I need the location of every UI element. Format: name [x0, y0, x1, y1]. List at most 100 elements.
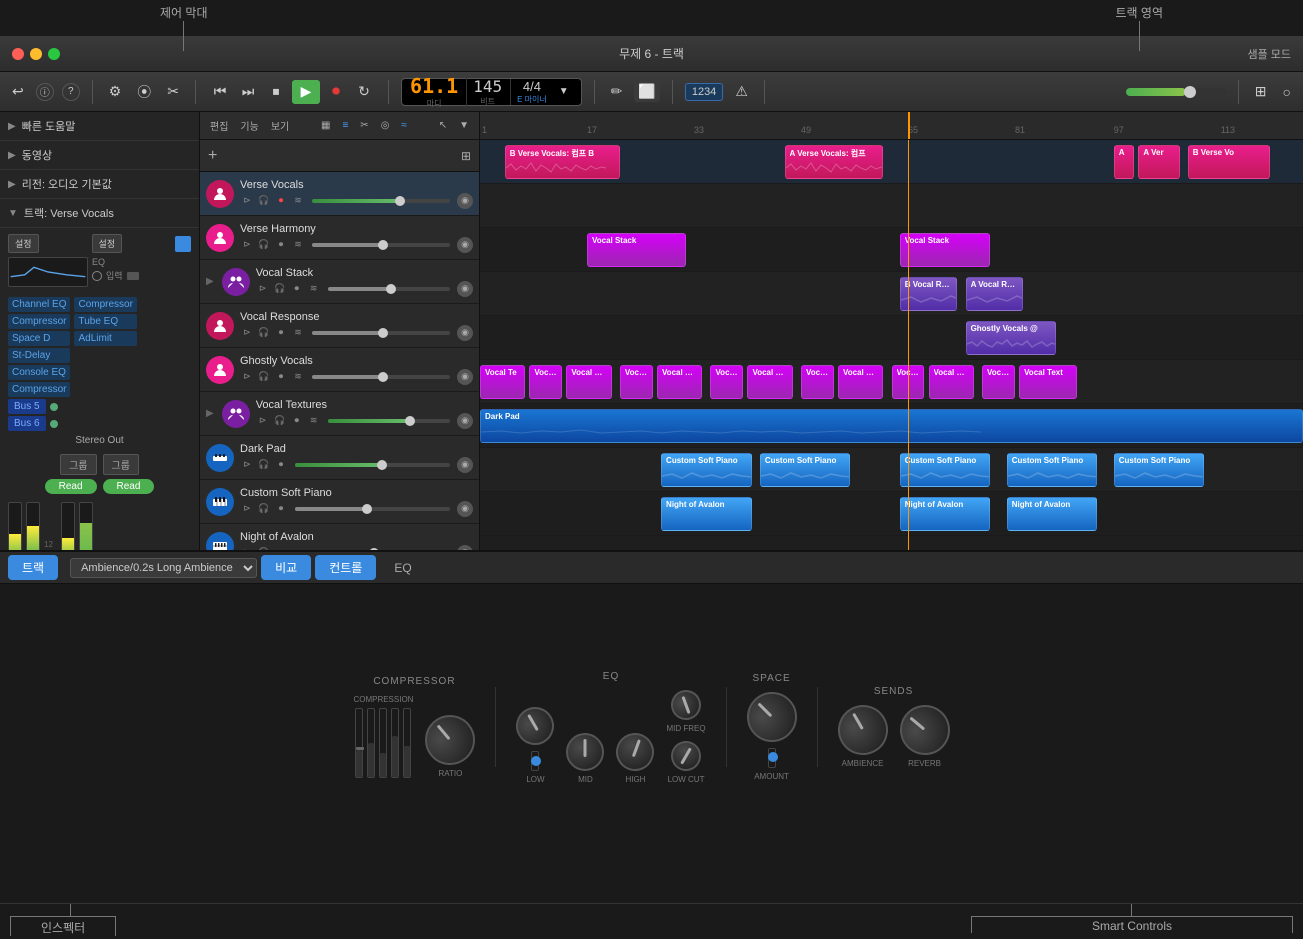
clip-vv-b[interactable]: B Verse Vocals: 컴프 B	[505, 145, 620, 179]
fader-csp[interactable]	[295, 507, 450, 511]
clip-csp-4[interactable]: Custom Soft Piano	[1007, 453, 1098, 487]
maximize-button[interactable]	[48, 48, 60, 60]
clip-vt-13[interactable]: Vocal Text	[1019, 365, 1077, 399]
group-btn-left[interactable]: 그룹	[60, 454, 96, 475]
solo-btn-vh[interactable]: ≋	[291, 238, 305, 252]
track-row-custom-soft-piano[interactable]: Custom Soft Piano ⊳ 🎧 ⏺ ◉	[200, 480, 479, 524]
scissors-tool-btn[interactable]: ✂	[356, 118, 372, 133]
tab-eq[interactable]: EQ	[380, 557, 425, 579]
arrange-row-custom-soft-piano[interactable]: Custom Soft Piano Custom Soft Piano Cust…	[480, 448, 1303, 492]
track-row-ghostly-vocals[interactable]: Ghostly Vocals ⊳ 🎧 ⏺ ≋ ◉	[200, 348, 479, 392]
minimize-button[interactable]	[30, 48, 42, 60]
mute-btn-csp[interactable]: ⊳	[240, 502, 254, 516]
link-btn[interactable]	[127, 272, 139, 280]
amount-indicator[interactable]	[768, 748, 776, 768]
headphones-btn-gv[interactable]: 🎧	[257, 370, 271, 384]
fader-vr[interactable]	[312, 331, 450, 335]
arrange-row-verse-vocals[interactable]: B Verse Vocals: 컴프 B A Verse Vocals: 컴프 …	[480, 140, 1303, 184]
clip-vr-b[interactable]: B Vocal Respon	[900, 277, 958, 311]
headphones-btn-noa[interactable]: 🎧	[257, 546, 271, 551]
settings-btn-right[interactable]: 설정	[92, 234, 123, 253]
volume-bar[interactable]	[1126, 88, 1226, 96]
plugin-space-d[interactable]: Space D	[8, 331, 70, 346]
clip-vt-2[interactable]: Vocal T	[529, 365, 562, 399]
headphones-btn-csp[interactable]: 🎧	[257, 502, 271, 516]
group-btn-right[interactable]: 그룹	[103, 454, 139, 475]
solo-btn-vv[interactable]: ≋	[291, 194, 305, 208]
clip-vs-1[interactable]: Vocal Stack	[587, 233, 686, 267]
view-btn[interactable]: 보기	[267, 116, 293, 135]
edit-btn[interactable]: 편집	[206, 116, 232, 135]
list-view-button[interactable]: ⊞	[1251, 81, 1271, 102]
compression-fader-3[interactable]	[379, 708, 387, 778]
mute-btn-noa[interactable]: ⊳	[240, 546, 254, 551]
play-button[interactable]: ▶	[292, 80, 320, 104]
clip-noa-2[interactable]: Night of Avalon	[900, 497, 991, 531]
compression-fader-2[interactable]	[367, 708, 375, 778]
clip-noa-1[interactable]: Night of Avalon	[661, 497, 752, 531]
cursor-btn[interactable]: ↖	[435, 118, 451, 133]
bus6-send[interactable]: Bus 6	[8, 416, 46, 431]
arrange-row-ghostly-vocals[interactable]: Ghostly Vocals @	[480, 316, 1303, 360]
solo-btn-vt[interactable]: ≋	[307, 414, 321, 428]
fader-dp[interactable]	[295, 463, 450, 467]
clip-vt-3[interactable]: Vocal Text	[566, 365, 611, 399]
vol-btn-vv[interactable]: ◉	[457, 193, 473, 209]
lowcut-knob[interactable]	[666, 735, 707, 776]
track-row-dark-pad[interactable]: Dark Pad ⊳ 🎧 ⏺ ◉	[200, 436, 479, 480]
plugin-adlimit[interactable]: AdLimit	[74, 331, 136, 346]
pencil-tool[interactable]: ✏	[607, 81, 627, 102]
track-settings-icon[interactable]: ⊞	[461, 149, 471, 163]
record-btn-vr[interactable]: ⏺	[274, 326, 288, 340]
tab-track[interactable]: 트랙	[8, 555, 58, 580]
clip-csp-2[interactable]: Custom Soft Piano	[760, 453, 851, 487]
plugin-compressor-2[interactable]: Compressor	[8, 382, 70, 397]
clip-vt-9[interactable]: Vocal Text	[838, 365, 883, 399]
headphones-btn-vs[interactable]: 🎧	[273, 282, 287, 296]
clip-vv-bvo[interactable]: B Verse Vo	[1188, 145, 1270, 179]
plugin-compressor-r[interactable]: Compressor	[74, 297, 136, 312]
record-btn-csp[interactable]: ⏺	[274, 502, 288, 516]
record-btn-gv[interactable]: ⏺	[274, 370, 288, 384]
color-swatch[interactable]	[175, 236, 191, 252]
clip-csp-5[interactable]: Custom Soft Piano	[1114, 453, 1205, 487]
time-sig-dropdown[interactable]: ▼	[555, 84, 573, 99]
vol-btn-dp[interactable]: ◉	[457, 457, 473, 473]
solo-btn-vs[interactable]: ≋	[307, 282, 321, 296]
reverb-knob[interactable]	[889, 695, 959, 765]
mute-btn-vv[interactable]: ⊳	[240, 194, 254, 208]
arrange-row-vocal-textures[interactable]: Vocal Te Vocal T Vocal Text Vocal T Voca…	[480, 360, 1303, 404]
track-row-night-of-avalon[interactable]: Night of Avalon ⊳ 🎧 ⏺ ◉	[200, 524, 479, 550]
record-btn-noa[interactable]: ⏺	[274, 546, 288, 551]
fader-vv[interactable]	[312, 199, 450, 203]
scissors-button[interactable]: ✂	[163, 81, 183, 102]
vol-btn-gv[interactable]: ◉	[457, 369, 473, 385]
ambience-knob[interactable]	[828, 696, 896, 764]
headphones-btn-vt[interactable]: 🎧	[273, 414, 287, 428]
plugin-compressor-1[interactable]: Compressor	[8, 314, 70, 329]
fader-gv[interactable]	[312, 375, 450, 379]
high-knob[interactable]	[611, 727, 660, 776]
mixer-button[interactable]: ⦿	[133, 80, 155, 104]
clip-vt-10[interactable]: Vocal T	[892, 365, 925, 399]
functions-btn[interactable]: 기능	[236, 116, 262, 135]
grid-view-btn[interactable]: ▦	[317, 118, 334, 133]
track-row-verse-harmony[interactable]: Verse Harmony ⊳ 🎧 ⏺ ≋ ◉	[200, 216, 479, 260]
eraser-tool[interactable]: ⬜	[634, 81, 659, 102]
clip-vt-5[interactable]: Vocal Text	[657, 365, 702, 399]
midfreq-knob[interactable]	[667, 685, 705, 723]
settings-button[interactable]: ⚙	[105, 81, 126, 102]
expand-vocal-textures[interactable]: ▶	[206, 408, 214, 419]
vol-btn-vh[interactable]: ◉	[457, 237, 473, 253]
clip-vv-aver[interactable]: A Ver	[1138, 145, 1179, 179]
clip-vt-11[interactable]: Vocal Text	[929, 365, 974, 399]
add-track-btn[interactable]: +	[208, 147, 217, 165]
clip-vv-a[interactable]: A Verse Vocals: 컴프	[785, 145, 884, 179]
record-btn-dp[interactable]: ⏺	[274, 458, 288, 472]
vol-btn-vs[interactable]: ◉	[457, 281, 473, 297]
fader-vs[interactable]	[328, 287, 450, 291]
track-row-vocal-textures[interactable]: ▶ Vocal Textures ⊳	[200, 392, 479, 436]
arrange-row-verse-harmony[interactable]	[480, 184, 1303, 228]
compression-fader-5[interactable]	[403, 708, 411, 778]
inspector-track[interactable]: ▼ 트랙: Verse Vocals	[0, 199, 199, 228]
